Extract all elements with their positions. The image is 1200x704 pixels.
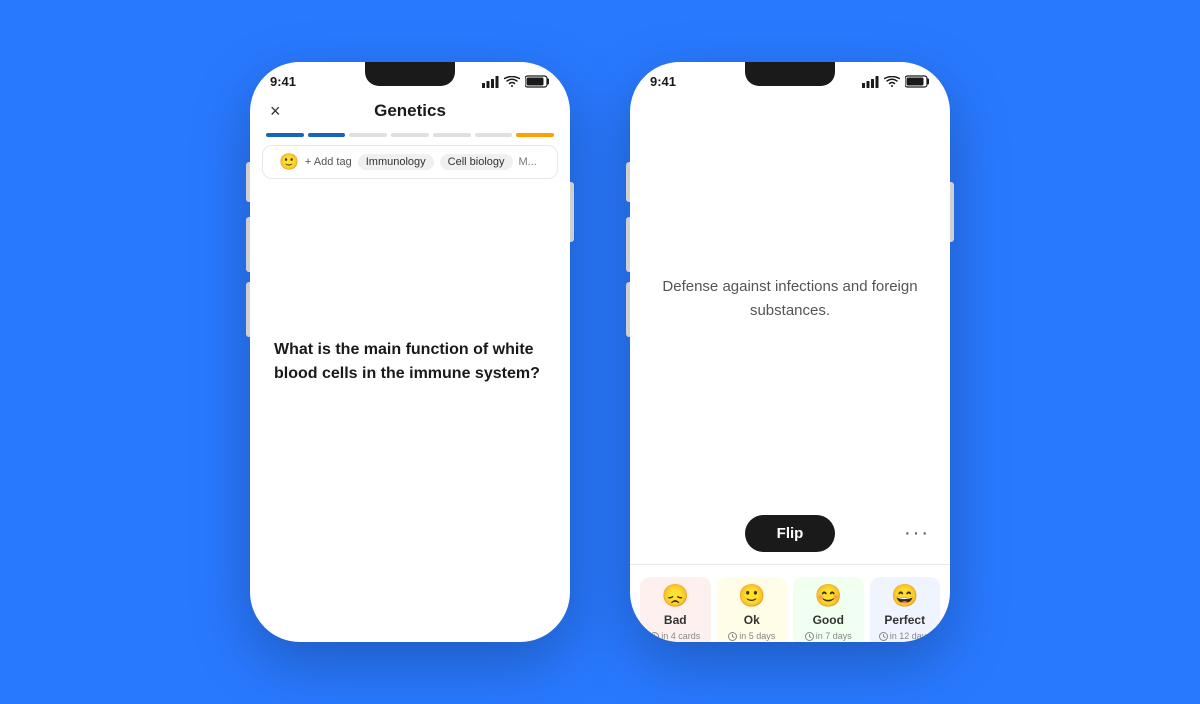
- rating-row: 😞 Bad in 4 cards 🙂 Ok in 5 days: [630, 569, 950, 642]
- rating-perfect-button[interactable]: 😄 Perfect in 12 days: [870, 577, 941, 642]
- bad-sub: in 4 cards: [650, 631, 700, 641]
- phone2-content: Defense against infections and foreign s…: [630, 93, 950, 642]
- progress-seg-7: [516, 133, 554, 137]
- card-answer-text: Defense against infections and foreign s…: [654, 275, 926, 323]
- tag-more: M...: [519, 156, 537, 168]
- progress-seg-6: [475, 133, 513, 137]
- phone2-outer: 9:41: [630, 62, 950, 642]
- card-divider: [630, 564, 950, 565]
- phone2: 9:41: [630, 62, 950, 642]
- flip-button[interactable]: Flip: [745, 515, 836, 552]
- add-tag-button[interactable]: + Add tag: [305, 156, 352, 168]
- battery-icon-2: [905, 75, 930, 88]
- good-label: Good: [813, 613, 844, 627]
- progress-seg-1: [266, 133, 304, 137]
- bad-label: Bad: [664, 613, 687, 627]
- rating-bad-button[interactable]: 😞 Bad in 4 cards: [640, 577, 711, 642]
- flip-row: Flip ···: [630, 505, 950, 560]
- rating-ok-button[interactable]: 🙂 Ok in 5 days: [717, 577, 788, 642]
- battery-icon: [525, 75, 550, 88]
- card-set-title: Genetics: [374, 101, 446, 121]
- perfect-sub: in 12 days: [879, 631, 931, 641]
- clock-icon-perfect: [879, 632, 888, 641]
- progress-seg-2: [308, 133, 346, 137]
- wifi-icon: [504, 76, 520, 88]
- phone1-outer: 9:41: [250, 62, 570, 642]
- tags-row[interactable]: 🙂 + Add tag Immunology Cell biology M...: [262, 145, 558, 179]
- rating-good-button[interactable]: 😊 Good in 7 days: [793, 577, 864, 642]
- card-question-text: What is the main function of white blood…: [274, 338, 546, 386]
- notch1: [350, 62, 470, 90]
- progress-bar: [250, 125, 570, 145]
- status-icons-2: [862, 75, 930, 88]
- bad-emoji: 😞: [662, 583, 689, 609]
- close-button[interactable]: ×: [270, 101, 281, 122]
- progress-seg-5: [433, 133, 471, 137]
- emoji-tag-icon: 🙂: [279, 152, 299, 172]
- ok-label: Ok: [744, 613, 760, 627]
- signal-icon-2: [862, 76, 879, 88]
- ok-emoji: 🙂: [738, 583, 765, 609]
- phone1-header: × Genetics: [250, 93, 570, 125]
- phone2-silent-button: [626, 162, 630, 202]
- ok-sub: in 5 days: [728, 631, 775, 641]
- status-time-1: 9:41: [270, 74, 296, 89]
- card-question-area: What is the main function of white blood…: [250, 187, 570, 537]
- progress-seg-3: [349, 133, 387, 137]
- progress-seg-4: [391, 133, 429, 137]
- signal-icon: [482, 76, 499, 88]
- good-emoji: 😊: [815, 583, 842, 609]
- clock-icon-ok: [728, 632, 737, 641]
- notch2: [730, 62, 850, 90]
- clock-icon-bad: [650, 632, 659, 641]
- wifi-icon-2: [884, 76, 900, 88]
- phone1-power-button: [570, 182, 574, 242]
- clock-icon-good: [805, 632, 814, 641]
- good-sub: in 7 days: [805, 631, 852, 641]
- card-answer-area: Defense against infections and foreign s…: [630, 93, 950, 505]
- notch-inner2: [745, 62, 835, 86]
- phone1-silent-button: [246, 162, 250, 202]
- tag-immunology[interactable]: Immunology: [358, 154, 434, 170]
- phone1-vol-down-button: [246, 282, 250, 337]
- perfect-label: Perfect: [884, 613, 925, 627]
- phone1-vol-up-button: [246, 217, 250, 272]
- phone1: 9:41: [250, 62, 570, 642]
- perfect-emoji: 😄: [891, 583, 918, 609]
- status-icons-1: [482, 75, 550, 88]
- phone2-vol-down-button: [626, 282, 630, 337]
- notch-inner1: [365, 62, 455, 86]
- tag-cell-biology[interactable]: Cell biology: [440, 154, 513, 170]
- phone2-power-button: [950, 182, 954, 242]
- phone2-vol-up-button: [626, 217, 630, 272]
- status-time-2: 9:41: [650, 74, 676, 89]
- more-options-button[interactable]: ···: [904, 522, 930, 545]
